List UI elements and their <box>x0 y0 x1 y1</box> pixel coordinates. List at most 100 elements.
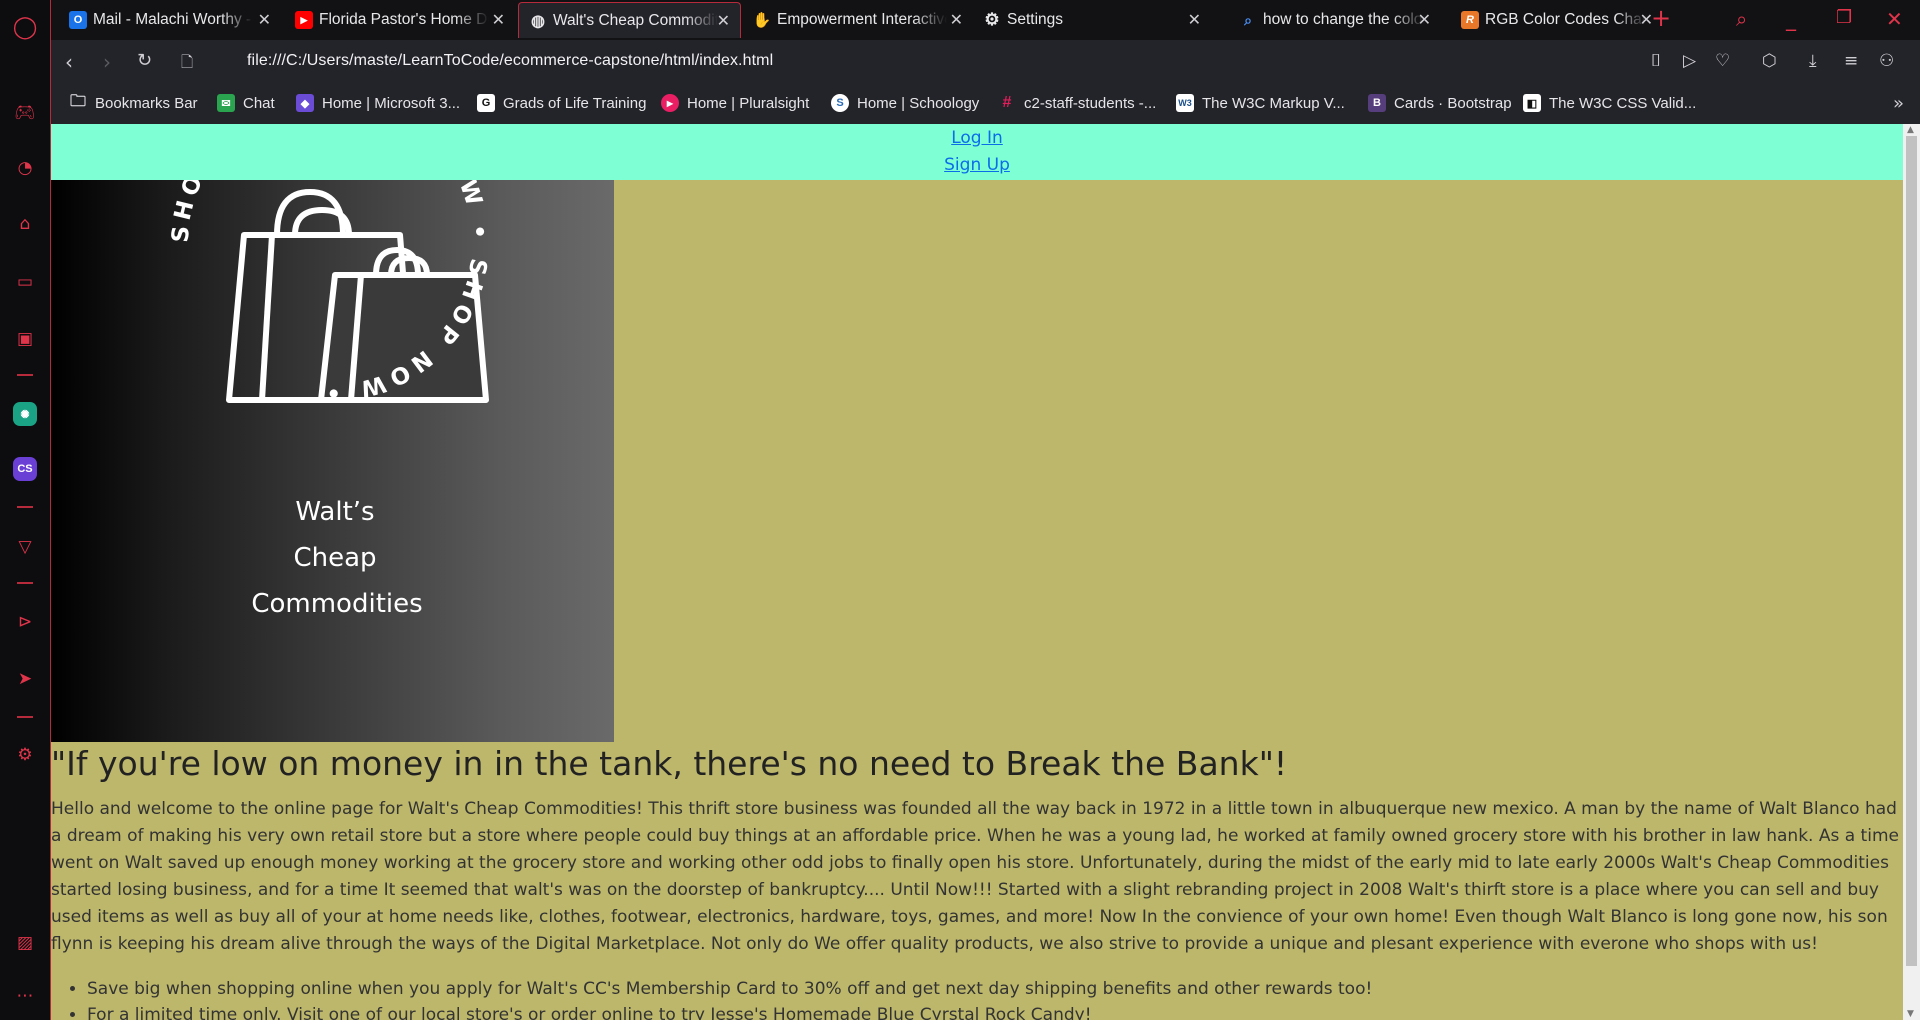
cs-app-icon[interactable]: CS <box>13 457 37 481</box>
profile-icon[interactable]: ⚇ <box>1879 51 1894 71</box>
cube-icon[interactable]: ⬡ <box>1762 51 1777 71</box>
address-bar: ‹ › ↻ 🗋 file:///C:/Users/maste/LearnToCo… <box>51 40 1920 86</box>
easy-setup-icon[interactable]: ≡ <box>1844 51 1858 71</box>
w3c-css-icon: ◧ <box>1523 94 1541 112</box>
tab-youtube[interactable]: ▶ Florida Pastor's Home Destroyed ✕ <box>285 2 515 38</box>
bookmark-schoology[interactable]: S Home | Schoology <box>831 94 979 112</box>
sidebar-separator <box>17 374 33 376</box>
forward-button[interactable]: › <box>103 50 111 74</box>
close-icon[interactable]: ✕ <box>258 10 271 29</box>
bookmark-grads[interactable]: G Grads of Life Training <box>477 94 646 112</box>
reload-button[interactable]: ↻ <box>137 50 152 71</box>
bookmark-label: Home | Microsoft 3... <box>322 94 461 112</box>
bookmark-chat[interactable]: ✉ Chat <box>217 94 275 112</box>
bookmark-label: Cards · Bootstrap <box>1394 94 1512 112</box>
bookmarks-overflow-icon[interactable]: » <box>1893 93 1904 114</box>
close-icon[interactable]: ✕ <box>1418 10 1431 29</box>
tab-rgb-chart[interactable]: R RGB Color Codes Chart ✕ <box>1451 2 1663 38</box>
tab-outlook[interactable]: O Mail - Malachi Worthy - Outlook ✕ <box>59 2 281 38</box>
tab-empowerment[interactable]: ✋ Empowerment Interactive ✕ <box>743 2 973 38</box>
tab-bar: O Mail - Malachi Worthy - Outlook ✕ ▶ Fl… <box>51 0 1920 40</box>
gamepad-icon[interactable]: 🎮︎ <box>11 99 39 127</box>
tab-search[interactable]: ⌕ how to change the color ✕ <box>1229 2 1441 38</box>
login-link[interactable]: Log In <box>51 125 1903 152</box>
bootstrap-icon: B <box>1368 94 1386 112</box>
bookmark-label: Home | Pluralsight <box>687 94 810 112</box>
bookmark-folder[interactable]: 🗀 Bookmarks Bar <box>69 93 198 112</box>
file-icon: 🗋 <box>181 53 194 71</box>
bookmark-pluralsight[interactable]: ▶ Home | Pluralsight <box>661 94 809 112</box>
more-icon[interactable]: ⋯ <box>11 982 39 1010</box>
tab-title: how to change the color <box>1263 11 1425 28</box>
shopping-bags-logo: SHOP NOW • SHOP NOW • SHOP NOW • Walt’s … <box>168 180 489 619</box>
bookmark-label: The W3C Markup V... <box>1202 94 1345 112</box>
bookmark-microsoft[interactable]: ◆ Home | Microsoft 3... <box>296 94 460 112</box>
url-input[interactable]: file:///C:/Users/maste/LearnToCode/ecomm… <box>247 52 773 70</box>
tab-title: RGB Color Codes Chart <box>1485 11 1647 28</box>
close-window-icon[interactable]: ✕ <box>1886 7 1903 31</box>
logo-line-1: Walt’s <box>295 497 374 527</box>
tab-walts-cheap-commodities[interactable]: ◍ Walt's Cheap Commodities ✕ <box>518 2 741 38</box>
gear-icon: ⚙ <box>984 10 1000 29</box>
speedometer-icon[interactable]: ◔ <box>11 154 39 182</box>
browser-sidebar: ◯ 🎮︎ ◔ ⌂ ▭ ▣ ✺ CS ▽ ⊳ ➤ ⚙ ▨ ⋯ <box>0 0 50 1020</box>
play-circle-icon[interactable]: ⊳ <box>11 608 39 636</box>
tab-title: Florida Pastor's Home Destroyed <box>319 11 489 28</box>
scrollbar-thumb[interactable] <box>1906 136 1917 966</box>
logo-line-2: Cheap <box>293 543 376 573</box>
sidebar-separator <box>17 582 33 584</box>
shopping-bag-icon <box>226 189 489 403</box>
list-item: Save big when shopping online when you a… <box>87 976 1887 1002</box>
logo-line-3: Commodities <box>251 589 422 619</box>
back-button[interactable]: ‹ <box>65 50 73 74</box>
bookmark-slack[interactable]: # c2-staff-students -... <box>998 94 1157 112</box>
perks-list: Save big when shopping online when you a… <box>87 976 1887 1020</box>
bookmarks-bar: 🗀 Bookmarks Bar ✉ Chat ◆ Home | Microsof… <box>51 86 1920 124</box>
page-scrollbar[interactable]: ▲ ▼ <box>1903 124 1920 1020</box>
pluralsight-icon: ▶ <box>661 94 679 112</box>
outlook-icon: O <box>69 11 87 29</box>
globe-icon: ◍ <box>531 12 545 30</box>
send-icon[interactable]: ➤ <box>11 665 39 693</box>
cpu-icon[interactable]: ▣ <box>11 325 39 353</box>
send-page-icon[interactable]: ▷ <box>1683 51 1696 71</box>
scroll-down-icon[interactable]: ▼ <box>1907 1009 1914 1019</box>
browser-frame: O Mail - Malachi Worthy - Outlook ✕ ▶ Fl… <box>50 0 1920 1020</box>
browser-window: ◯ 🎮︎ ◔ ⌂ ▭ ▣ ✺ CS ▽ ⊳ ➤ ⚙ ▨ ⋯ O Mail - M… <box>0 0 1920 1020</box>
close-icon[interactable]: ✕ <box>717 11 730 30</box>
list-item: For a limited time only. Visit one of ou… <box>87 1002 1887 1020</box>
scroll-up-icon[interactable]: ▲ <box>1907 125 1914 135</box>
close-icon[interactable]: ✕ <box>950 10 963 29</box>
tab-search-icon[interactable]: ⌕ <box>1736 7 1747 31</box>
tab-title: Settings <box>1007 11 1064 28</box>
vee-icon[interactable]: ▽ <box>11 533 39 561</box>
signup-link[interactable]: Sign Up <box>51 152 1903 179</box>
gallery-icon[interactable]: ▨ <box>11 929 39 957</box>
settings-icon[interactable]: ⚙ <box>11 741 39 769</box>
bookmark-label: The W3C CSS Valid... <box>1549 94 1697 112</box>
intro-paragraph: Hello and welcome to the online page for… <box>51 799 1899 954</box>
bookmark-w3c-css[interactable]: ◧ The W3C CSS Valid... <box>1523 94 1696 112</box>
twitch-icon[interactable]: ▭ <box>11 268 39 296</box>
close-icon[interactable]: ✕ <box>492 10 505 29</box>
microsoft-icon: ◆ <box>296 94 314 112</box>
tab-settings[interactable]: ⚙ Settings ✕ <box>973 2 1211 38</box>
close-icon[interactable]: ✕ <box>1188 10 1201 29</box>
bookmark-label: c2-staff-students -... <box>1024 94 1157 112</box>
rgb-icon: R <box>1461 11 1479 29</box>
new-tab-button[interactable]: + <box>1651 4 1671 32</box>
heart-icon[interactable]: ♡ <box>1715 51 1730 71</box>
sidebar-separator <box>17 716 33 718</box>
auth-bar: Log In Sign Up <box>51 124 1903 180</box>
bookmark-bootstrap[interactable]: B Cards · Bootstrap <box>1368 94 1512 112</box>
download-icon[interactable]: ⤓ <box>1809 51 1817 71</box>
bookmark-w3c-markup[interactable]: W3 The W3C Markup V... <box>1176 94 1345 112</box>
store-icon[interactable]: ⌂ <box>11 210 39 238</box>
minimize-icon[interactable]: _ <box>1786 7 1796 31</box>
tab-title: Walt's Cheap Commodities <box>553 11 718 29</box>
chatgpt-icon[interactable]: ✺ <box>13 402 37 426</box>
snapshot-icon[interactable]: ⌷ <box>1651 51 1661 71</box>
restore-icon[interactable]: ❐ <box>1836 7 1852 28</box>
opera-logo-icon[interactable]: ◯ <box>11 13 39 41</box>
bookmark-label: Bookmarks Bar <box>95 94 198 112</box>
